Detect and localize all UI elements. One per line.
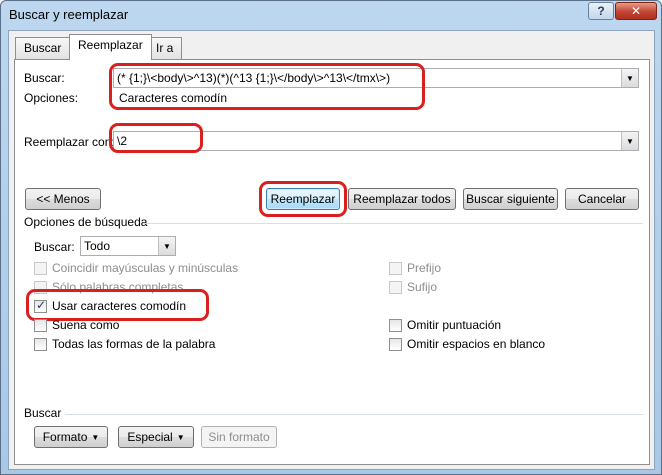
no-format-button[interactable]: Sin formato xyxy=(201,426,277,448)
close-button[interactable]: ✕ xyxy=(615,2,657,20)
direction-select-value: Todo xyxy=(84,239,111,253)
format-button[interactable]: Formato ▼ xyxy=(34,426,108,448)
replace-all-button[interactable]: Reemplazar todos xyxy=(348,188,456,210)
title-bar[interactable]: Buscar y reemplazar ? ✕ xyxy=(1,1,661,31)
tab-reemplazar[interactable]: Reemplazar xyxy=(69,34,152,60)
close-icon: ✕ xyxy=(630,4,642,18)
prefix-label: Prefijo xyxy=(407,261,442,275)
find-highlight-box xyxy=(109,63,425,110)
tab-ir-a-label: Ir a xyxy=(156,41,174,55)
find-dropdown-button[interactable]: ▼ xyxy=(621,69,638,87)
ignore-whitespace-label: Omitir espacios en blanco xyxy=(407,337,546,351)
tab-ir-a[interactable]: Ir a xyxy=(147,37,183,59)
find-label: Buscar: xyxy=(24,71,65,85)
help-button[interactable]: ? xyxy=(588,2,614,20)
ignore-punctuation-checkbox[interactable] xyxy=(389,319,402,332)
ignore-punctuation-label: Omitir puntuación xyxy=(407,318,502,332)
tab-buscar-label: Buscar xyxy=(24,41,62,55)
window-title: Buscar y reemplazar xyxy=(9,7,129,22)
direction-label: Buscar: xyxy=(34,240,75,254)
triangle-down-icon: ▼ xyxy=(163,241,171,251)
replace-button-highlight xyxy=(259,181,347,217)
word-forms-label: Todas las formas de la palabra xyxy=(52,337,216,351)
replace-highlight-box xyxy=(109,123,203,153)
suffix-label: Sufijo xyxy=(407,280,438,294)
format-button-label: Formato xyxy=(42,430,88,444)
replace-dropdown-button[interactable]: ▼ xyxy=(621,132,638,150)
word-forms-checkbox[interactable] xyxy=(34,338,47,351)
suffix-checkbox[interactable] xyxy=(389,281,402,294)
ignore-whitespace-checkbox[interactable] xyxy=(389,338,402,351)
replace-tab-panel: Buscar: (* {1;}\<body\>^13)(*)(^13 {1;}\… xyxy=(14,59,650,465)
replace-label: Reemplazar con: xyxy=(24,135,115,149)
wildcards-highlight-box xyxy=(26,289,209,321)
less-button[interactable]: << Menos xyxy=(25,188,101,210)
search-options-title: Opciones de búsqueda xyxy=(24,215,148,229)
triangle-down-icon: ▼ xyxy=(91,432,100,442)
replace-section-divider xyxy=(65,414,643,415)
cancel-button[interactable]: Cancelar xyxy=(565,188,639,210)
triangle-down-icon: ▼ xyxy=(626,136,634,146)
direction-dropdown-button[interactable]: ▼ xyxy=(158,237,175,255)
tab-buscar[interactable]: Buscar xyxy=(15,37,71,59)
sounds-like-checkbox[interactable] xyxy=(34,319,47,332)
special-button[interactable]: Especial ▼ xyxy=(118,426,194,448)
replace-section-title: Buscar xyxy=(24,406,62,420)
sounds-like-label: Suena como xyxy=(52,318,120,332)
search-options-divider xyxy=(143,223,643,224)
match-case-checkbox[interactable] xyxy=(34,262,47,275)
triangle-down-icon: ▼ xyxy=(176,432,185,442)
tab-reemplazar-label: Reemplazar xyxy=(78,38,143,52)
special-button-label: Especial xyxy=(127,430,173,444)
dialog-window: Buscar y reemplazar ? ✕ Buscar Reemplaza… xyxy=(0,0,662,475)
match-case-label: Coincidir mayúsculas y minúsculas xyxy=(52,261,239,275)
dialog-client-area: Buscar Reemplazar Ir a Buscar: (* {1;}\<… xyxy=(8,30,655,470)
triangle-down-icon: ▼ xyxy=(626,73,634,83)
options-label: Opciones: xyxy=(24,91,79,105)
find-next-button[interactable]: Buscar siguiente xyxy=(463,188,558,210)
prefix-checkbox[interactable] xyxy=(389,262,402,275)
